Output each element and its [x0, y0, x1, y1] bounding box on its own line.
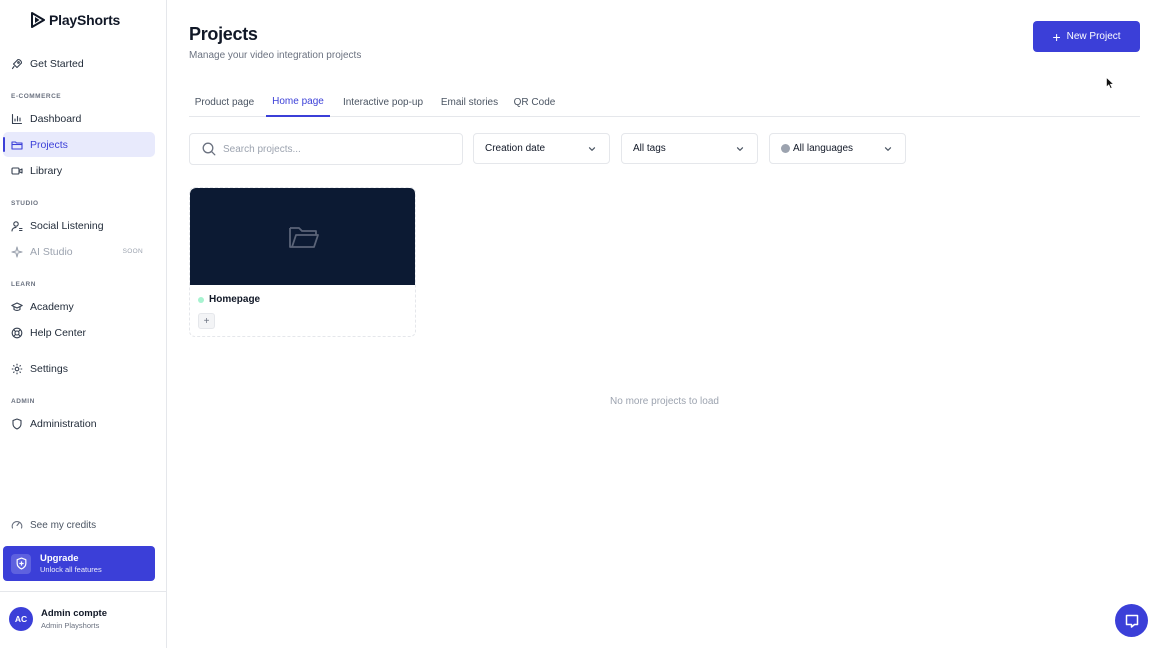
chevron-down-icon — [736, 147, 744, 151]
page-title: Projects — [189, 24, 258, 44]
sparkle-icon — [11, 245, 23, 258]
user-org: Admin Playshorts — [41, 621, 100, 630]
credits-label: See my credits — [30, 519, 97, 531]
search-input[interactable] — [223, 143, 443, 155]
section-label-studio: STUDIO — [11, 200, 39, 207]
new-project-button[interactable]: + New Project — [1033, 21, 1140, 52]
gear-icon — [11, 363, 23, 375]
sidebar-item-library[interactable]: Library — [3, 158, 155, 183]
project-name-text: Homepage — [209, 294, 261, 305]
shield-plus-icon — [11, 553, 31, 574]
no-more-projects-message: No more projects to load — [610, 396, 719, 407]
search-icon — [202, 142, 216, 156]
plus-icon: + — [1052, 28, 1061, 45]
brand-logo[interactable]: PlayShorts — [31, 12, 120, 28]
project-tabs: Product page Home page Interactive pop-u… — [189, 88, 1140, 117]
shield-icon — [11, 417, 23, 430]
sort-value: Creation date — [485, 143, 546, 154]
tab-interactive-popup[interactable]: Interactive pop-up — [336, 88, 430, 117]
sidebar-item-label: Academy — [30, 300, 74, 313]
chevron-down-icon — [884, 147, 892, 151]
sidebar-item-social-listening[interactable]: Social Listening — [3, 213, 155, 238]
graduation-cap-icon — [11, 301, 23, 313]
sidebar-item-label: Dashboard — [30, 112, 82, 125]
sidebar-item-label: Administration — [30, 417, 97, 430]
tab-product-page[interactable]: Product page — [189, 88, 260, 117]
chevron-down-icon — [588, 147, 596, 151]
page-subtitle: Manage your video integration projects — [189, 50, 362, 61]
brand-name: PlayShorts — [49, 12, 121, 28]
sidebar-item-ai-studio[interactable]: AI Studio SOON — [3, 239, 155, 264]
playshorts-logo-icon — [31, 12, 45, 28]
status-indicator — [198, 296, 204, 303]
languages-dropdown[interactable]: All languages — [769, 133, 906, 164]
mouse-cursor-icon — [1106, 77, 1114, 89]
sidebar-item-label: Settings — [30, 362, 68, 375]
sidebar-item-label: AI Studio — [30, 245, 73, 258]
user-name: Admin compte — [41, 608, 107, 619]
sidebar-item-label: Projects — [30, 138, 68, 151]
globe-icon — [781, 144, 790, 153]
project-thumbnail — [190, 188, 415, 285]
sidebar-item-dashboard[interactable]: Dashboard — [3, 106, 155, 131]
soon-badge: SOON — [122, 248, 143, 255]
sidebar-divider — [0, 591, 167, 592]
section-label-ecommerce: E-COMMERCE — [11, 93, 62, 100]
add-tag-button[interactable]: + — [198, 313, 215, 329]
bar-chart-icon — [11, 113, 23, 125]
project-card[interactable]: Homepage + — [189, 187, 416, 337]
sidebar-item-get-started[interactable]: Get Started — [3, 51, 155, 76]
sidebar-item-administration[interactable]: Administration — [3, 411, 155, 436]
section-label-learn: LEARN — [11, 281, 36, 288]
tags-value: All tags — [633, 143, 666, 154]
rocket-icon — [11, 58, 23, 70]
tab-home-page[interactable]: Home page — [266, 88, 330, 117]
section-label-admin: ADMIN — [11, 398, 35, 405]
upgrade-subtitle: Unlock all features — [40, 565, 102, 574]
search-box — [189, 133, 463, 165]
sidebar-item-label: Library — [30, 164, 63, 177]
user-listen-icon — [11, 220, 23, 232]
sidebar: PlayShorts Get Started E-COMMERCE Dashbo… — [0, 0, 167, 648]
sidebar-item-help-center[interactable]: Help Center — [3, 320, 155, 345]
tab-email-stories[interactable]: Email stories — [437, 88, 502, 117]
folder-open-icon — [288, 226, 319, 248]
project-name: Homepage — [198, 294, 260, 305]
languages-value: All languages — [793, 143, 854, 154]
avatar: AC — [9, 607, 33, 631]
see-credits-link[interactable]: See my credits — [3, 517, 155, 533]
new-project-label: New Project — [1066, 31, 1121, 42]
user-profile[interactable]: AC Admin compte Admin Playshorts — [9, 607, 107, 631]
sidebar-item-projects[interactable]: Projects — [3, 132, 155, 157]
chat-bubble-icon — [1125, 614, 1138, 628]
gauge-icon — [11, 519, 23, 531]
sidebar-item-label: Help Center — [30, 326, 87, 339]
sidebar-item-academy[interactable]: Academy — [3, 294, 155, 319]
sidebar-item-settings[interactable]: Settings — [3, 356, 155, 381]
tab-qr-code[interactable]: QR Code — [510, 88, 559, 117]
upgrade-title: Upgrade — [40, 553, 79, 564]
sort-dropdown[interactable]: Creation date — [473, 133, 610, 164]
sidebar-item-label: Social Listening — [30, 219, 104, 232]
chat-widget-button[interactable] — [1115, 604, 1148, 637]
folder-icon — [11, 139, 23, 151]
sidebar-item-label: Get Started — [30, 57, 84, 70]
tags-dropdown[interactable]: All tags — [621, 133, 758, 164]
video-camera-icon — [11, 165, 23, 177]
upgrade-button[interactable]: Upgrade Unlock all features — [3, 546, 155, 581]
lifebuoy-icon — [11, 327, 23, 339]
